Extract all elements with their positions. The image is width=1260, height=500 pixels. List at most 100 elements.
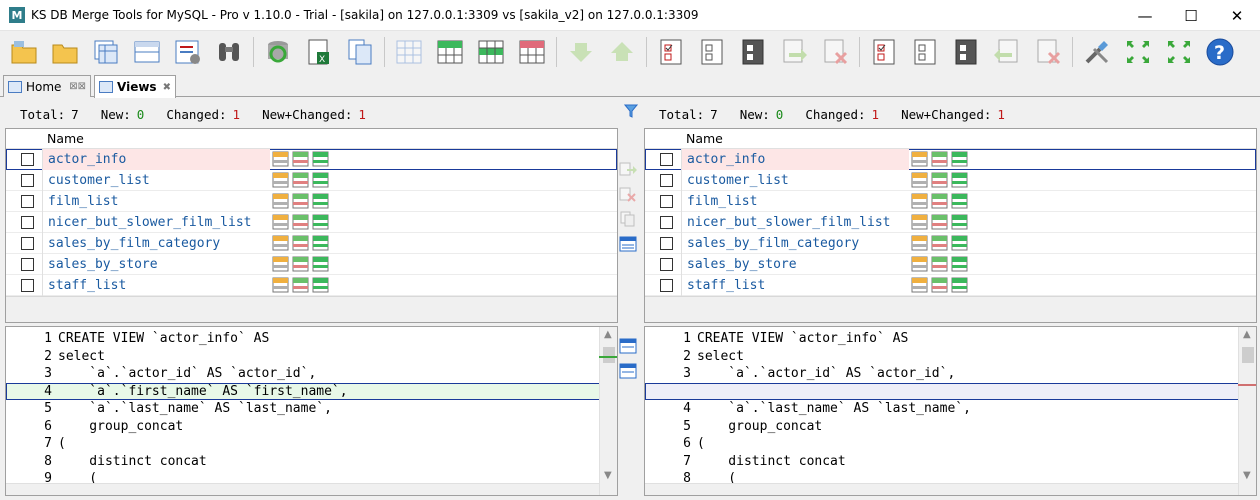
row-checkbox[interactable]	[660, 236, 673, 250]
select-data-icon[interactable]	[272, 277, 289, 293]
refresh-button[interactable]	[260, 34, 296, 70]
row-checkbox[interactable]	[21, 257, 34, 271]
maximize-button[interactable]: ☐	[1168, 0, 1214, 31]
row-checkbox[interactable]	[660, 215, 673, 229]
grid-new-button[interactable]	[432, 34, 468, 70]
grid-all-button[interactable]	[391, 34, 427, 70]
scroll-thumb[interactable]	[603, 347, 615, 363]
compare-view-icon[interactable]	[619, 236, 637, 252]
table-row[interactable]: actor_info	[645, 148, 1256, 170]
table-row[interactable]: nicer_but_slower_film_list	[6, 211, 617, 233]
row-checkbox[interactable]	[21, 215, 34, 229]
close-button[interactable]: ✕	[1214, 0, 1260, 31]
table-row[interactable]: sales_by_store	[6, 253, 617, 275]
views-button[interactable]	[129, 34, 165, 70]
settings-button[interactable]	[1079, 34, 1115, 70]
select-data-icon[interactable]	[272, 235, 289, 251]
help-button[interactable]: ?	[1202, 34, 1238, 70]
grid-data-icon[interactable]	[312, 151, 329, 167]
export-excel-button[interactable]: X	[301, 34, 337, 70]
scroll-up-icon[interactable]: ▲	[604, 329, 612, 340]
view-name-link[interactable]: sales_by_film_category	[42, 232, 270, 254]
table-row[interactable]: actor_info	[6, 148, 617, 170]
copy-doc-icon[interactable]	[619, 211, 637, 227]
compare-data-icon[interactable]	[931, 235, 948, 251]
tab-home[interactable]: Home ⊠⊠	[3, 75, 91, 97]
prev-difference-button[interactable]	[604, 34, 640, 70]
grid-data-icon[interactable]	[951, 256, 968, 272]
next-difference-button[interactable]	[563, 34, 599, 70]
check-left-button[interactable]	[653, 34, 689, 70]
table-row[interactable]: sales_by_film_category	[645, 232, 1256, 254]
copy-left-button[interactable]	[989, 34, 1025, 70]
grid-data-icon[interactable]	[951, 235, 968, 251]
view-name-link[interactable]: customer_list	[681, 169, 909, 191]
select-data-icon[interactable]	[911, 256, 928, 272]
row-checkbox[interactable]	[660, 194, 673, 208]
select-data-icon[interactable]	[911, 235, 928, 251]
scroll-up-icon[interactable]: ▲	[1243, 329, 1251, 340]
grid-data-icon[interactable]	[312, 235, 329, 251]
delete-right-button[interactable]	[817, 34, 853, 70]
compare-data-icon[interactable]	[931, 172, 948, 188]
grid-data-icon[interactable]	[951, 151, 968, 167]
grid-changed-button[interactable]	[473, 34, 509, 70]
compare-data-icon[interactable]	[931, 277, 948, 293]
select-data-icon[interactable]	[272, 256, 289, 272]
code-line[interactable]: 1 CREATE VIEW `actor_info` AS	[645, 330, 1256, 348]
copy-block-left-icon[interactable]	[619, 363, 637, 379]
row-checkbox[interactable]	[21, 152, 34, 166]
tab-views[interactable]: Views ✖	[94, 75, 176, 98]
code-line[interactable]: 3 `a`.`actor_id` AS `actor_id`,	[645, 365, 1256, 383]
row-checkbox[interactable]	[660, 257, 673, 271]
horizontal-scrollbar[interactable]	[645, 483, 1238, 495]
layout-button[interactable]	[1120, 34, 1156, 70]
tables-button[interactable]	[88, 34, 124, 70]
scroll-down-icon[interactable]: ▼	[1243, 470, 1251, 481]
copy-right-button[interactable]	[776, 34, 812, 70]
scroll-down-icon[interactable]: ▼	[604, 470, 612, 481]
row-checkbox[interactable]	[660, 173, 673, 187]
compare-data-icon[interactable]	[292, 193, 309, 209]
row-checkbox[interactable]	[660, 278, 673, 292]
delete-left-button[interactable]	[1030, 34, 1066, 70]
grid-data-icon[interactable]	[951, 277, 968, 293]
view-name-link[interactable]: film_list	[42, 190, 270, 212]
view-name-link[interactable]: staff_list	[42, 274, 270, 296]
view-name-link[interactable]: film_list	[681, 190, 909, 212]
code-line[interactable]: 8 distinct concat	[6, 453, 617, 471]
right-sql-editor[interactable]: 1 CREATE VIEW `actor_info` AS 2 select 3 `a`…	[644, 326, 1257, 496]
compare-data-icon[interactable]	[292, 256, 309, 272]
code-line[interactable]	[645, 382, 1256, 400]
open-database-button[interactable]	[6, 34, 42, 70]
view-name-link[interactable]: customer_list	[42, 169, 270, 191]
vertical-scrollbar[interactable]: ▲ ▼	[599, 327, 617, 495]
select-data-icon[interactable]	[911, 193, 928, 209]
row-checkbox[interactable]	[21, 194, 34, 208]
invert-left-button[interactable]	[735, 34, 771, 70]
code-line[interactable]: 7(	[6, 435, 617, 453]
table-row[interactable]: customer_list	[645, 169, 1256, 191]
select-data-icon[interactable]	[911, 214, 928, 230]
view-name-link[interactable]: nicer_but_slower_film_list	[681, 211, 909, 233]
open-folder-button[interactable]	[47, 34, 83, 70]
select-data-icon[interactable]	[272, 214, 289, 230]
table-row[interactable]: sales_by_film_category	[6, 232, 617, 254]
table-row[interactable]: customer_list	[6, 169, 617, 191]
check-right-button[interactable]	[866, 34, 902, 70]
expand-button[interactable]	[1161, 34, 1197, 70]
table-row[interactable]: sales_by_store	[645, 253, 1256, 275]
sync-right-icon[interactable]	[619, 161, 637, 177]
procedures-button[interactable]	[170, 34, 206, 70]
compare-data-icon[interactable]	[931, 151, 948, 167]
row-checkbox[interactable]	[21, 278, 34, 292]
table-row[interactable]: staff_list	[645, 274, 1256, 296]
select-data-icon[interactable]	[911, 172, 928, 188]
select-data-icon[interactable]	[272, 193, 289, 209]
left-sql-editor[interactable]: 1 CREATE VIEW `actor_info` AS 2 select 3 `a`…	[5, 326, 618, 496]
grid-data-icon[interactable]	[951, 214, 968, 230]
horizontal-scrollbar[interactable]	[6, 483, 599, 495]
grid-data-icon[interactable]	[312, 256, 329, 272]
compare-data-icon[interactable]	[931, 256, 948, 272]
copy-block-right-icon[interactable]	[619, 338, 637, 354]
